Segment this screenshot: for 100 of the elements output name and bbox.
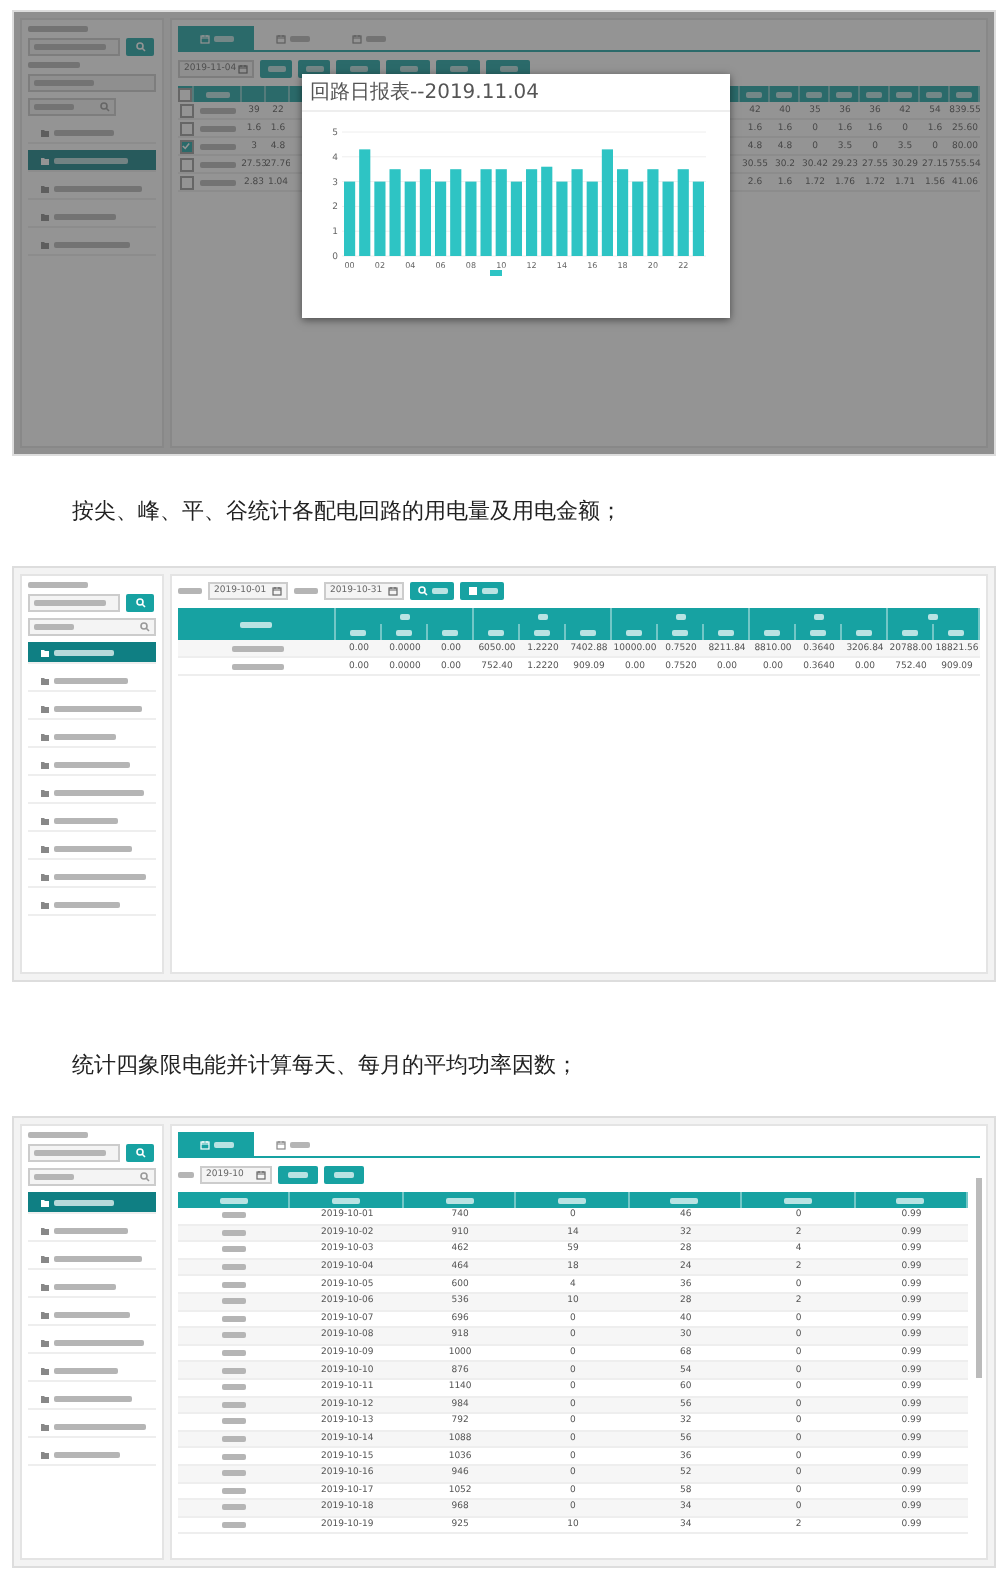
tab[interactable] [178,26,254,50]
folder-icon [40,1393,50,1403]
tree-search-field[interactable] [28,1168,156,1186]
dialog-title: 回路日报表--2019.11.04 [302,74,730,112]
calendar-icon [351,33,361,43]
folder-icon [40,815,50,825]
blurred-text [200,161,236,167]
chart-bar [601,149,613,256]
blurred-text [28,1132,88,1138]
folder-icon [40,1449,50,1459]
folder-icon [40,1365,50,1375]
row-checkbox[interactable] [179,103,193,117]
doc-icon [467,586,477,596]
blurred-text [231,645,283,651]
tab[interactable] [178,1132,254,1156]
blurred-text [222,1418,247,1425]
chart-bar [450,169,462,256]
chart-bar [389,169,401,256]
blurred-text [222,1487,247,1494]
caption: 统计四象限电能并计算每天、每月的平均功率因数； [72,1050,580,1080]
blurred-text [222,1332,247,1339]
search-button[interactable] [126,1144,154,1162]
blurred-text [222,1264,247,1271]
folder-icon [40,675,50,685]
folder-icon [40,239,50,249]
blurred-text [222,1453,247,1460]
caption: 按尖、峰、平、谷统计各配电回路的用电量及用电金额； [72,496,624,526]
search-icon [140,1172,150,1182]
tree-item[interactable] [28,1192,156,1214]
chart-bar [495,169,507,256]
calendar-icon [238,64,248,74]
company-field[interactable] [28,38,120,56]
chart-bar [404,181,416,256]
folder-icon [40,703,50,713]
row-checkbox[interactable] [179,139,193,153]
chart-bar [374,181,386,256]
blurred-text [222,1470,247,1477]
blurred-text [222,1350,247,1357]
search-icon [135,1148,145,1158]
chart-bar [662,181,674,256]
next-button[interactable] [324,1166,364,1184]
blurred-text [178,588,202,594]
folder-icon [40,1309,50,1319]
search-icon [135,598,145,608]
tree-item[interactable] [28,642,156,664]
folder-icon [40,843,50,853]
search-button[interactable] [126,38,154,56]
chart-bar [571,169,583,256]
export-button[interactable] [460,582,504,600]
tree-search-field[interactable] [28,618,156,636]
calendar-icon [275,33,285,43]
blurred-text [222,1401,247,1408]
select-field[interactable] [28,74,156,92]
company-field[interactable] [28,594,120,612]
row-checkbox[interactable] [179,175,193,189]
folder-icon [40,183,50,193]
blurred-text [222,1281,247,1288]
blurred-text [200,179,236,185]
chart-bar [465,181,477,256]
search-button[interactable] [126,594,154,612]
blurred-text [200,125,236,131]
blurred-text [222,1367,247,1374]
folder-icon [40,899,50,909]
blurred-text [28,582,88,588]
chart-bar [677,169,689,256]
blurred-text [222,1298,247,1305]
row-checkbox[interactable] [179,157,193,171]
row-checkbox[interactable] [179,121,193,135]
chart-bar [344,181,356,256]
blurred-text [28,62,80,68]
blurred-text [178,1172,194,1178]
folder-icon [40,759,50,769]
blurred-text [200,143,236,149]
folder-icon [40,1253,50,1263]
calendar-icon [388,586,398,596]
chart-bar [526,169,538,256]
blurred-text [222,1246,247,1253]
tree-item[interactable] [28,150,156,172]
blurred-text [222,1504,247,1511]
query-button[interactable] [410,582,454,600]
scrollbar[interactable] [976,1178,982,1378]
folder-icon [40,1421,50,1431]
search-icon [135,42,145,52]
company-field[interactable] [28,1144,120,1162]
calendar-icon [272,586,282,596]
blurred-text [231,663,283,669]
chart-bar [541,166,553,256]
tree-search-field[interactable] [28,98,116,116]
chart-bar [586,181,598,256]
calendar-icon [199,33,209,43]
chart-bar [419,169,431,256]
folder-icon [40,211,50,221]
blurred-text [222,1229,247,1236]
chart-bar [617,169,629,256]
chart-bar [480,169,492,256]
search-icon [417,586,427,596]
previous-button[interactable] [278,1166,318,1184]
folder-icon [40,731,50,741]
chart-bar [510,181,522,256]
search-icon [100,102,110,112]
